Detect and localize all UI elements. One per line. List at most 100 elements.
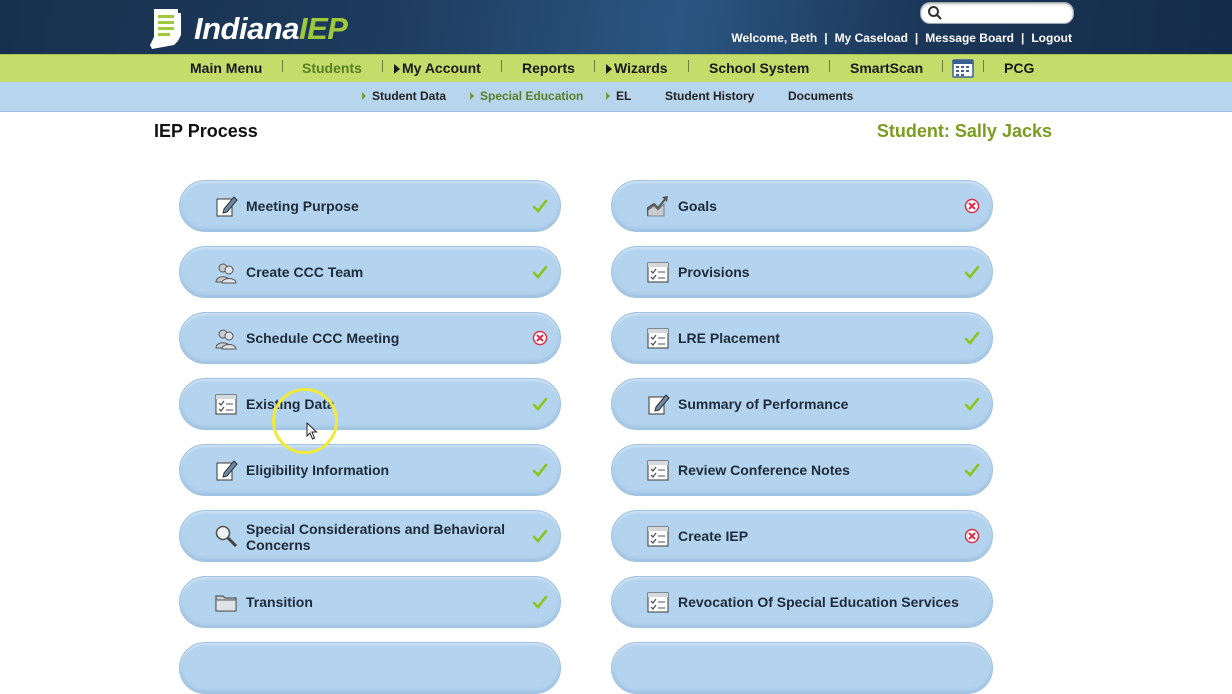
nav-pcg[interactable]: PCG — [1004, 60, 1034, 76]
welcome-text: Welcome, Beth — [731, 31, 818, 45]
indiana-state-icon — [150, 9, 181, 49]
subnav-documents[interactable]: Documents — [788, 89, 853, 103]
logout-link[interactable]: Logout — [1031, 31, 1072, 45]
magnifier-icon — [215, 525, 238, 548]
process-eligibility-information[interactable]: Eligibility Information — [179, 444, 561, 496]
edit-icon — [216, 460, 238, 481]
checklist-icon — [647, 526, 669, 547]
nav-separator — [688, 60, 689, 72]
process-label: Provisions — [678, 264, 750, 280]
process-existing-data[interactable]: Existing Data — [179, 378, 561, 430]
process-revocation-of-services[interactable]: Revocation Of Special Education Services — [611, 576, 993, 628]
nav-smartscan[interactable]: SmartScan — [850, 60, 923, 76]
error-icon — [964, 198, 980, 214]
logo-text: IndianaIEP — [194, 11, 348, 46]
process-create-ccc-team[interactable]: Create CCC Team — [179, 246, 561, 298]
nav-wizards[interactable]: Wizards — [606, 60, 668, 76]
nav-students[interactable]: Students — [302, 60, 362, 76]
search-input[interactable] — [947, 4, 1069, 22]
subnav-label: Special Education — [480, 89, 584, 103]
subnav-student-data[interactable]: Student Data — [362, 89, 446, 103]
process-review-conference-notes[interactable]: Review Conference Notes — [611, 444, 993, 496]
calendar-icon[interactable] — [952, 58, 974, 78]
checkmark-icon — [532, 463, 548, 477]
process-meeting-purpose[interactable]: Meeting Purpose — [179, 180, 561, 232]
error-icon — [532, 330, 548, 346]
subnav-label: Student Data — [372, 89, 447, 103]
nav-my-account[interactable]: My Account — [394, 60, 481, 76]
process-schedule-ccc-meeting[interactable]: Schedule CCC Meeting — [179, 312, 561, 364]
process-goals[interactable]: Goals — [611, 180, 993, 232]
subnav-label: EL — [616, 89, 632, 103]
chart-icon — [647, 196, 668, 217]
main-nav: Main Menu Students My Account Reports Wi… — [0, 54, 1232, 82]
checklist-icon — [647, 262, 669, 283]
student-name: Student: Sally Jacks — [876, 121, 1052, 141]
process-label: Eligibility Information — [246, 462, 390, 478]
checkmark-icon — [964, 463, 980, 477]
process-transition[interactable]: Transition — [179, 576, 561, 628]
process-next-item-partial[interactable] — [611, 642, 993, 694]
indiana-iep-logo[interactable]: IndianaIEP — [148, 6, 348, 52]
nav-separator — [594, 60, 595, 72]
checkmark-icon — [532, 265, 548, 279]
nav-separator — [829, 60, 830, 72]
checklist-icon — [647, 460, 669, 481]
nav-label: Wizards — [614, 60, 668, 76]
checkmark-icon — [532, 199, 548, 213]
process-label: Revocation Of Special Education Services — [678, 594, 959, 610]
checkmark-icon — [964, 265, 980, 279]
nav-separator — [501, 60, 502, 72]
checkmark-icon — [532, 529, 548, 543]
edit-icon — [648, 394, 670, 415]
subnav-special-education[interactable]: Special Education — [470, 89, 583, 103]
checkmark-icon — [964, 331, 980, 345]
search-icon — [928, 6, 942, 20]
process-create-iep[interactable]: Create IEP — [611, 510, 993, 562]
process-summary-of-performance[interactable]: Summary of Performance — [611, 378, 993, 430]
my-caseload-link[interactable]: My Caseload — [835, 31, 908, 45]
top-links: Welcome, Beth | My Caseload | Message Bo… — [731, 31, 1072, 45]
submenu-arrow-icon — [606, 64, 612, 74]
process-next-item-partial[interactable] — [179, 642, 561, 694]
message-board-link[interactable]: Message Board — [925, 31, 1014, 45]
checkmark-icon — [532, 397, 548, 411]
nav-separator — [382, 60, 383, 72]
process-label: LRE Placement — [678, 330, 780, 346]
bullet-arrow-icon — [362, 92, 366, 100]
process-provisions[interactable]: Provisions — [611, 246, 993, 298]
process-label: Summary of Performance — [678, 396, 849, 412]
process-special-considerations[interactable]: Special Considerations and Behavioral Co… — [179, 510, 561, 562]
process-label: Goals — [678, 198, 717, 214]
process-label: Create CCC Team — [246, 264, 364, 280]
bullet-arrow-icon — [470, 92, 474, 100]
mouse-pointer-icon — [306, 422, 318, 440]
people-icon — [215, 329, 237, 350]
checklist-icon — [647, 592, 669, 613]
separator: | — [1020, 31, 1025, 45]
process-label: Create IEP — [678, 528, 749, 544]
nav-separator — [983, 60, 984, 72]
process-label: Review Conference Notes — [678, 462, 850, 478]
separator: | — [914, 31, 919, 45]
subnav-student-history[interactable]: Student History — [665, 89, 754, 103]
bullet-arrow-icon — [606, 92, 610, 100]
cursor-highlight — [272, 388, 338, 454]
sub-nav: Student Data Special Education EL Studen… — [0, 82, 1232, 112]
nav-reports[interactable]: Reports — [522, 60, 575, 76]
app-header: IndianaIEP Welcome, Beth | My Caseload |… — [0, 0, 1232, 54]
subnav-el[interactable]: EL — [606, 89, 631, 103]
folder-icon — [215, 595, 237, 612]
process-label: Special Considerations and Behavioral Co… — [246, 521, 506, 553]
people-icon — [215, 263, 237, 284]
error-icon — [964, 528, 980, 544]
edit-icon — [216, 196, 238, 217]
search-box[interactable] — [920, 2, 1074, 24]
process-label: Schedule CCC Meeting — [246, 330, 400, 346]
process-lre-placement[interactable]: LRE Placement — [611, 312, 993, 364]
nav-main-menu[interactable]: Main Menu — [190, 60, 262, 76]
nav-separator — [942, 60, 943, 72]
checkmark-icon — [964, 397, 980, 411]
process-label: Meeting Purpose — [246, 198, 359, 214]
nav-school-system[interactable]: School System — [709, 60, 809, 76]
